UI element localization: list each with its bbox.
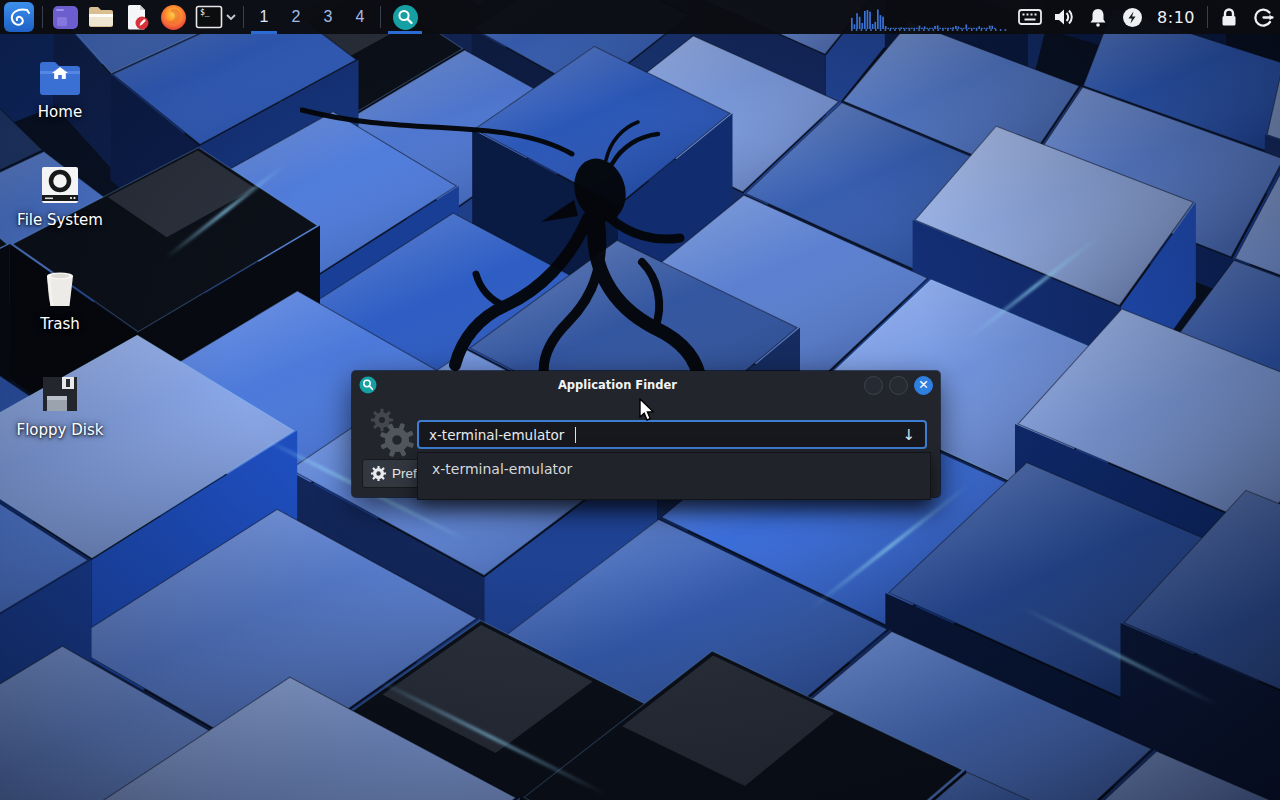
search-input[interactable]: x-terminal-emulator ↓ <box>417 420 927 449</box>
workspace-1[interactable]: 1 <box>248 0 280 34</box>
firefox-icon <box>160 4 187 31</box>
desktop-icon-trash[interactable]: Trash <box>12 268 108 333</box>
completion-popup: x-terminal-emulator <box>417 452 931 500</box>
logout-icon[interactable] <box>1246 0 1280 34</box>
cpu-graph[interactable] <box>849 0 1011 34</box>
panel-separator <box>380 6 381 28</box>
file-manager-launcher[interactable] <box>83 0 119 34</box>
workspace-2-label: 2 <box>292 8 301 26</box>
maximize-button[interactable] <box>889 376 908 395</box>
applications-menu-button[interactable] <box>0 0 38 34</box>
workspace-4[interactable]: 4 <box>344 0 376 34</box>
completion-item[interactable]: x-terminal-emulator <box>418 453 930 485</box>
kali-dragon-silhouette <box>300 70 780 410</box>
notifications-bell-icon[interactable] <box>1081 0 1115 34</box>
desktop-icon-home[interactable]: Home <box>12 58 108 121</box>
top-panel: $_ 1 2 3 4 <box>0 0 1280 34</box>
minimize-button[interactable] <box>864 376 883 395</box>
folder-icon <box>87 5 115 29</box>
window-icon <box>52 4 79 31</box>
svg-text:$_: $_ <box>200 8 210 17</box>
workspace-active-underline <box>251 31 277 34</box>
terminal-icon: $_ <box>195 5 223 29</box>
firefox-launcher[interactable] <box>155 0 191 34</box>
gear-icon <box>371 466 386 481</box>
workspace-1-label: 1 <box>260 8 269 26</box>
lock-screen-icon[interactable] <box>1212 0 1246 34</box>
desktop-icon-label: Home <box>38 103 82 121</box>
workspace-4-label: 4 <box>356 8 365 26</box>
home-folder-icon <box>37 58 83 98</box>
mouse-cursor <box>637 398 657 424</box>
terminal-launcher[interactable]: $_ <box>191 0 227 34</box>
keyboard-indicator-icon[interactable] <box>1013 0 1047 34</box>
desktop-icon-label: Floppy Disk <box>17 421 104 439</box>
workspace-3-label: 3 <box>324 8 333 26</box>
titlebar[interactable]: Application Finder ✕ <box>352 371 940 399</box>
text-editor-launcher[interactable] <box>119 0 155 34</box>
taskbar-application-finder-button[interactable] <box>385 0 425 34</box>
desktop-icon-floppy-disk[interactable]: Floppy Disk <box>12 372 108 439</box>
show-desktop-launcher[interactable] <box>47 0 83 34</box>
dropdown-arrow-icon[interactable]: ↓ <box>902 426 915 444</box>
desktop-icon-label: Trash <box>40 315 80 333</box>
window-icon-search <box>359 376 377 394</box>
text-caret <box>575 427 576 443</box>
workspace-3[interactable]: 3 <box>312 0 344 34</box>
taskbar-active-underline <box>388 31 422 34</box>
volume-icon[interactable] <box>1047 0 1081 34</box>
search-input-value: x-terminal-emulator <box>429 427 564 443</box>
panel-separator <box>1207 6 1208 28</box>
app-finder-icon <box>392 4 419 31</box>
document-icon <box>124 4 150 30</box>
power-manager-icon[interactable] <box>1115 0 1149 34</box>
panel-separator <box>243 6 244 28</box>
workspace-2[interactable]: 2 <box>280 0 312 34</box>
panel-separator <box>42 6 43 28</box>
file-system-drive-icon <box>39 164 81 206</box>
chevron-down-icon[interactable] <box>223 0 239 34</box>
floppy-disk-icon <box>38 372 82 416</box>
desktop: $_ 1 2 3 4 <box>0 0 1280 800</box>
window-title: Application Finder <box>377 378 858 392</box>
clock[interactable]: 8:10 <box>1149 8 1203 27</box>
desktop-icon-file-system[interactable]: File System <box>12 164 108 229</box>
kali-logo-icon <box>4 2 34 32</box>
desktop-icon-label: File System <box>17 211 103 229</box>
application-finder-gears-icon <box>370 407 418 459</box>
trash-icon <box>39 268 81 310</box>
application-finder-window: Application Finder ✕ x-terminal-emulator… <box>352 371 940 497</box>
close-button[interactable]: ✕ <box>914 376 933 395</box>
